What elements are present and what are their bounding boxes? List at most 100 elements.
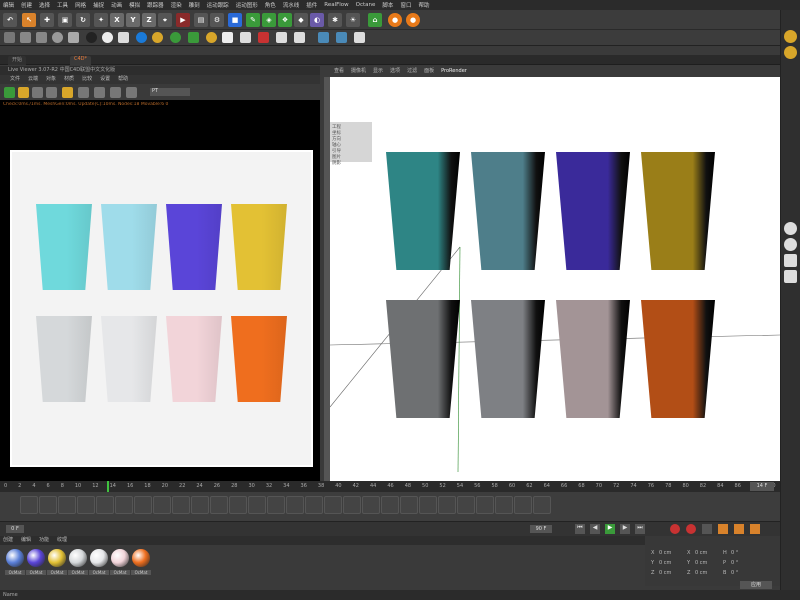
region-icon[interactable] (78, 87, 89, 98)
tool-icon[interactable] (153, 496, 171, 514)
sphere-light-icon[interactable] (102, 32, 113, 43)
coord-value[interactable]: 0 cm (695, 550, 723, 556)
key-icon[interactable] (702, 524, 712, 534)
tool-icon[interactable] (324, 496, 342, 514)
z-axis-icon[interactable]: Z (142, 13, 156, 27)
tool-icon[interactable] (438, 496, 456, 514)
coord-value[interactable]: 0 ° (731, 570, 759, 576)
material-swatch[interactable] (111, 549, 129, 567)
tool-icon[interactable] (343, 496, 361, 514)
mode-points-icon[interactable] (36, 32, 47, 43)
lock-icon[interactable] (62, 87, 73, 98)
menu-item[interactable]: 雕刻 (189, 1, 200, 9)
menu-item[interactable]: 运动跟踪 (207, 1, 229, 9)
viewport-cup[interactable] (386, 300, 460, 418)
menu-item[interactable]: 脚本 (382, 1, 393, 9)
tool-icon[interactable] (115, 496, 133, 514)
layers-icon[interactable] (784, 270, 797, 283)
s-badge-alt-icon[interactable] (784, 238, 797, 251)
timeline-ruler[interactable]: 0 2 4 6 8 10 12 14 16 18 20 22 24 26 28 30 32 34 36 38 40 42 4… (0, 481, 780, 492)
render-region-icon[interactable]: ▶ (176, 13, 190, 27)
key-rotate-icon[interactable] (750, 524, 760, 534)
tool-icon[interactable] (58, 496, 76, 514)
tool-icon[interactable] (457, 496, 475, 514)
material-swatch[interactable] (132, 549, 150, 567)
play-icon[interactable]: ▶ (605, 524, 615, 534)
tool-icon[interactable] (381, 496, 399, 514)
pen-icon[interactable]: ✎ (246, 13, 260, 27)
checker-icon[interactable] (222, 32, 233, 43)
tool-icon[interactable] (514, 496, 532, 514)
viewport-cup[interactable] (641, 300, 715, 418)
viewport-cup[interactable] (556, 152, 630, 270)
material-swatch[interactable] (69, 549, 87, 567)
rotate-icon[interactable]: ↻ (76, 13, 90, 27)
scale-icon[interactable]: ▣ (58, 13, 72, 27)
render-settings-icon[interactable]: ⚙ (210, 13, 224, 27)
octane-icon[interactable]: ● (388, 13, 402, 27)
restart-render-icon[interactable] (18, 87, 29, 98)
menu-item[interactable]: 流水线 (283, 1, 300, 9)
material-icon[interactable] (118, 32, 129, 43)
octane-panel-icon[interactable] (784, 30, 797, 43)
coord-value[interactable]: 0 ° (731, 550, 759, 556)
live-viewer-menu-item[interactable]: 文件 (10, 75, 20, 84)
tool-icon[interactable] (267, 496, 285, 514)
menu-item[interactable]: 窗口 (400, 1, 411, 9)
live-viewer-menu-item[interactable]: 帮助 (118, 75, 128, 84)
tool-icon[interactable] (419, 496, 437, 514)
octane-sun-icon[interactable] (206, 32, 217, 43)
tool-icon[interactable] (20, 496, 38, 514)
grid-blue-icon[interactable] (318, 32, 329, 43)
menu-item[interactable]: 编辑 (3, 1, 14, 9)
history-icon[interactable] (784, 254, 797, 267)
cloner-icon[interactable]: ❖ (278, 13, 292, 27)
chess-icon[interactable] (240, 32, 251, 43)
viewport-cup[interactable] (641, 152, 715, 270)
refresh-icon[interactable] (188, 32, 199, 43)
scene-icon[interactable]: ◐ (310, 13, 324, 27)
mode-polygons-icon[interactable] (68, 32, 79, 43)
viewport-menu-item[interactable]: 选项 (390, 66, 400, 76)
stop-icon[interactable] (46, 87, 57, 98)
key-scale-icon[interactable] (734, 524, 744, 534)
live-viewer-menu-item[interactable]: 材质 (64, 75, 74, 84)
record-icon[interactable] (670, 524, 680, 534)
pattern-icon[interactable] (294, 32, 305, 43)
coord-value[interactable]: 0 cm (695, 560, 723, 566)
coord-value[interactable]: 0 cm (659, 570, 687, 576)
tool-icon[interactable] (533, 496, 551, 514)
cube-icon[interactable]: ■ (228, 13, 242, 27)
select-icon[interactable]: ↖ (22, 13, 36, 27)
mode-edges-icon[interactable] (52, 32, 63, 43)
viewport-menu-item[interactable]: 过滤 (407, 66, 417, 76)
octane-live-icon[interactable]: ● (406, 13, 420, 27)
menu-item[interactable]: 运动图形 (236, 1, 258, 9)
pause-icon[interactable] (32, 87, 43, 98)
sun-icon[interactable] (152, 32, 163, 43)
tool-icon[interactable] (191, 496, 209, 514)
material-menu-item[interactable]: 创建 (3, 536, 13, 545)
render-view-icon[interactable]: ▤ (194, 13, 208, 27)
tool-icon[interactable] (248, 496, 266, 514)
tool-icon[interactable] (134, 496, 152, 514)
recycle-icon[interactable] (170, 32, 181, 43)
end-frame-field[interactable]: 14 F (750, 482, 774, 491)
globe-icon[interactable] (136, 32, 147, 43)
key-move-icon[interactable] (718, 524, 728, 534)
clay-icon[interactable] (94, 87, 105, 98)
camera-icon[interactable]: ✱ (328, 13, 342, 27)
tool-icon[interactable] (305, 496, 323, 514)
tool-icon[interactable] (400, 496, 418, 514)
tab-c4d-file[interactable]: C4D* (70, 56, 92, 65)
dots-blue-icon[interactable] (336, 32, 347, 43)
undo-icon[interactable]: ↶ (3, 13, 17, 27)
apply-button[interactable]: 应用 (740, 581, 772, 589)
move-icon[interactable]: ✚ (40, 13, 54, 27)
go-end-icon[interactable]: ⏭ (635, 524, 645, 534)
material-swatch[interactable] (48, 549, 66, 567)
coord-value[interactable]: 0 cm (695, 570, 723, 576)
autokey-icon[interactable] (686, 524, 696, 534)
pick-icon[interactable] (110, 87, 121, 98)
mode-model-icon[interactable] (4, 32, 15, 43)
